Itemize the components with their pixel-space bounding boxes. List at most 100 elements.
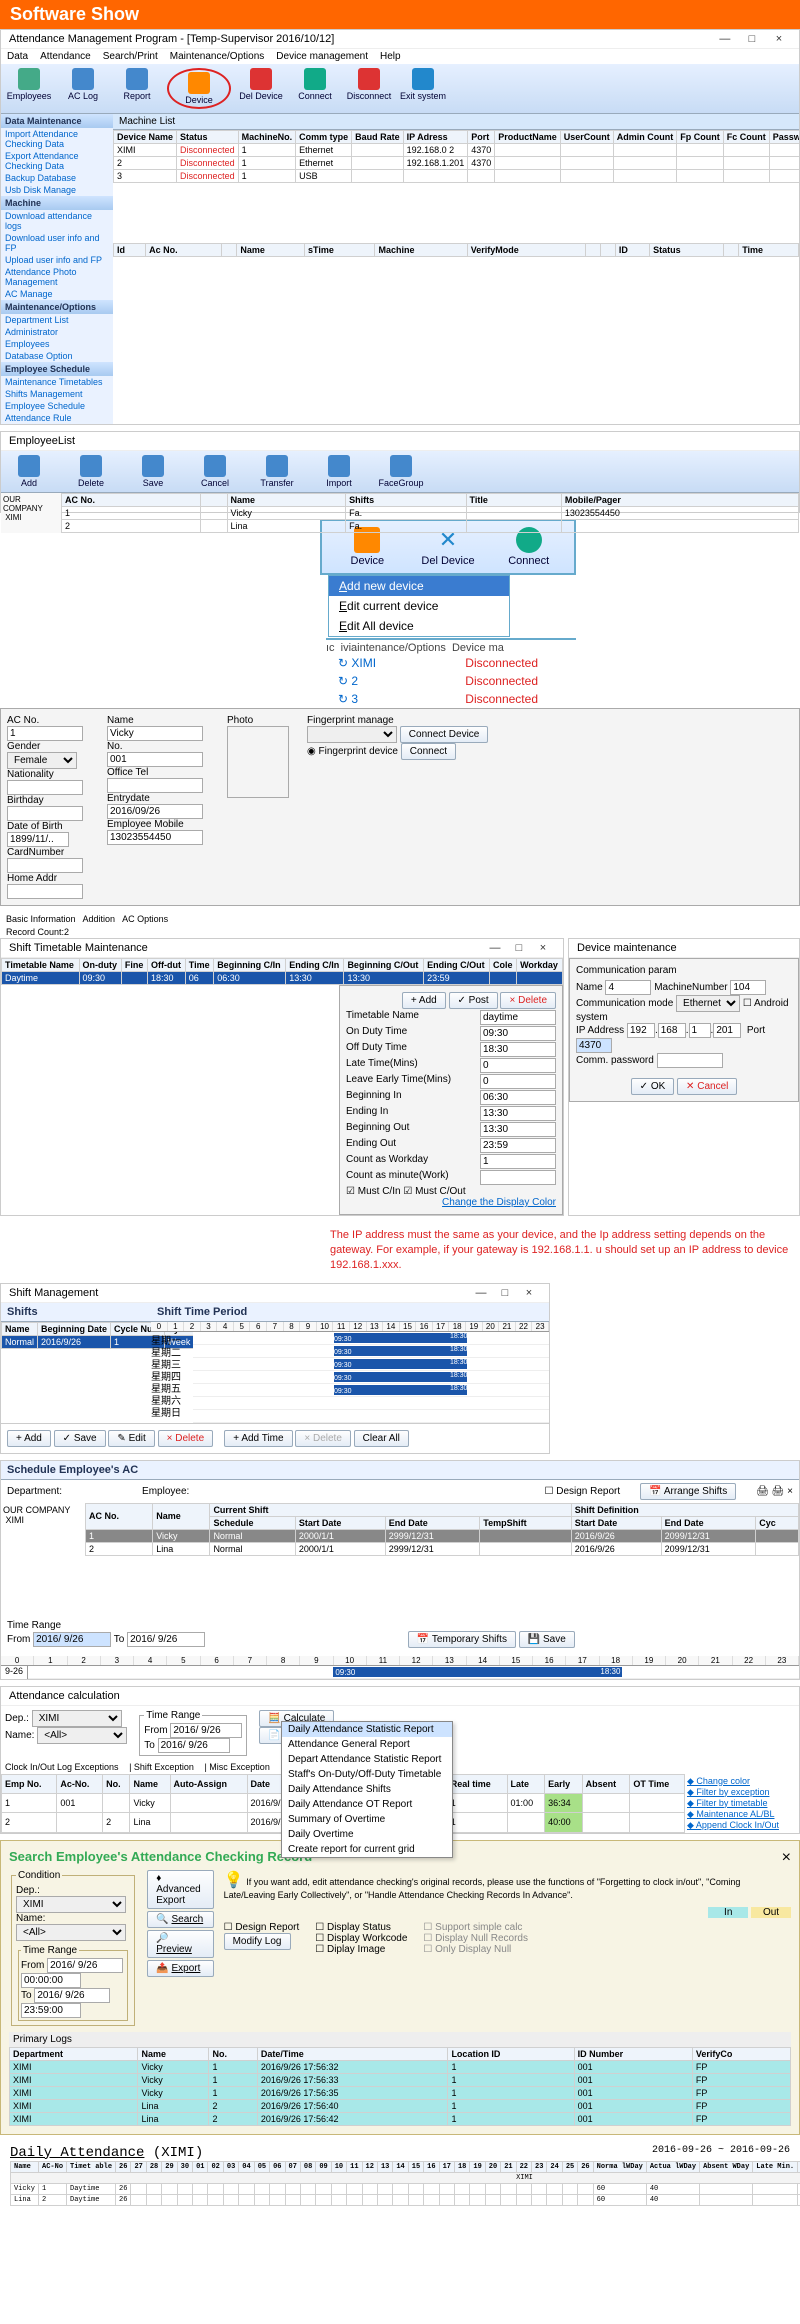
- sm-deltime[interactable]: × Delete: [295, 1430, 351, 1447]
- side-export-attendance-checking-data[interactable]: Export Attendance Checking Data: [1, 150, 113, 172]
- dm-port[interactable]: [576, 1038, 612, 1053]
- connect-button2[interactable]: Connect: [401, 743, 456, 760]
- employee-grid[interactable]: AC No.NameShiftsTitleMobile/Pager1VickyF…: [61, 493, 799, 533]
- side-backup-database[interactable]: Backup Database: [1, 172, 113, 184]
- side-administrator[interactable]: Administrator: [1, 326, 113, 338]
- menu-search/print[interactable]: Search/Print: [103, 51, 158, 62]
- menu-device management[interactable]: Device management: [276, 51, 368, 62]
- dm-cancel[interactable]: ✕ Cancel: [677, 1078, 737, 1095]
- officetel-input[interactable]: [107, 778, 203, 793]
- timetable-grid[interactable]: Timetable NameOn-dutyFineOff-dutTimeBegi…: [1, 958, 563, 985]
- report-1[interactable]: Attendance General Report: [282, 1737, 452, 1752]
- report-7[interactable]: Daily Overtime: [282, 1827, 452, 1842]
- exit-system-button[interactable]: Exit system: [399, 68, 447, 109]
- report-0[interactable]: Daily Attendance Statistic Report: [282, 1722, 452, 1737]
- connect-device-button[interactable]: Connect Device: [400, 726, 489, 743]
- device-button[interactable]: Device: [167, 68, 231, 109]
- report-5[interactable]: Daily Attendance OT Report: [282, 1797, 452, 1812]
- change-color-link[interactable]: Change the Display Color: [442, 1197, 556, 1208]
- s-name[interactable]: <All>: [16, 1924, 126, 1941]
- disconnect-button[interactable]: Disconnect: [345, 68, 393, 109]
- dm-name[interactable]: [605, 980, 651, 995]
- device-button[interactable]: Device: [328, 527, 407, 567]
- maximize-button[interactable]: □: [740, 33, 764, 45]
- emp-save-button[interactable]: Save: [129, 455, 177, 488]
- report-8[interactable]: Create report for current grid: [282, 1842, 452, 1857]
- sm-edit[interactable]: ✎ Edit: [108, 1430, 154, 1447]
- menu-help[interactable]: Help: [380, 51, 401, 62]
- mustcin-check[interactable]: ☑ Must C/In: [346, 1186, 401, 1197]
- search-button[interactable]: 🔍 Search: [147, 1911, 213, 1928]
- side-attendance-photo-management[interactable]: Attendance Photo Management: [1, 266, 113, 288]
- emp-delete-button[interactable]: Delete: [67, 455, 115, 488]
- side-download-user-info-and-fp[interactable]: Download user info and FP: [1, 232, 113, 254]
- dd-2[interactable]: Edit All device: [329, 616, 509, 636]
- side-maintenance-timetables[interactable]: Maintenance Timetables: [1, 376, 113, 388]
- device-grid[interactable]: Device NameStatusMachineNo.Comm typeBaud…: [113, 130, 799, 183]
- sm-del[interactable]: × Delete: [158, 1430, 214, 1447]
- modify-log-button[interactable]: Modify Log: [224, 1933, 291, 1950]
- lower-grid[interactable]: IdAc No.NamesTimeMachineVerifyModeIDStat…: [113, 243, 799, 257]
- search-grid[interactable]: DepartmentNameNo.Date/TimeLocation IDID …: [9, 2047, 791, 2126]
- side-ac-manage[interactable]: AC Manage: [1, 288, 113, 300]
- side-database-option[interactable]: Database Option: [1, 350, 113, 362]
- sm-save[interactable]: ✓ Save: [54, 1430, 106, 1447]
- tt-add[interactable]: + Add: [402, 992, 446, 1009]
- company-tree[interactable]: OUR COMPANY XIMI: [1, 493, 61, 533]
- form-tabs[interactable]: Basic Information Addition AC Options: [0, 912, 800, 926]
- schedule-grid[interactable]: AC No.NameCurrent ShiftShift DefinitionS…: [85, 1503, 799, 1556]
- device-dropdown[interactable]: Add new deviceEdit current deviceEdit Al…: [328, 575, 510, 637]
- search-close[interactable]: ×: [782, 1849, 791, 1870]
- dd-1[interactable]: Edit current device: [329, 596, 509, 616]
- side-download-attendance-logs[interactable]: Download attendance logs: [1, 210, 113, 232]
- side-shifts-management[interactable]: Shifts Management: [1, 388, 113, 400]
- connect-button[interactable]: Connect: [291, 68, 339, 109]
- emp-cancel-button[interactable]: Cancel: [191, 455, 239, 488]
- dm-comm[interactable]: Ethernet: [676, 995, 740, 1012]
- temp-shifts-button[interactable]: 📅 Temporary Shifts: [408, 1631, 516, 1648]
- acno-input[interactable]: [7, 726, 83, 741]
- side-upload-user-info-and-fp[interactable]: Upload user info and FP: [1, 254, 113, 266]
- side-employees[interactable]: Employees: [1, 338, 113, 350]
- sm-add[interactable]: + Add: [7, 1430, 51, 1447]
- sm-clear[interactable]: Clear All: [354, 1430, 409, 1447]
- calc-name[interactable]: <All>: [37, 1727, 127, 1744]
- tt-del[interactable]: × Delete: [500, 992, 556, 1009]
- dm-pwd[interactable]: [657, 1053, 723, 1068]
- no-input[interactable]: [107, 752, 203, 767]
- close-button[interactable]: ×: [767, 33, 791, 45]
- minimize-button[interactable]: —: [713, 33, 737, 45]
- calc-dep[interactable]: XIMI: [32, 1710, 122, 1727]
- s-dep[interactable]: XIMI: [16, 1896, 126, 1913]
- report-3[interactable]: Staff's On-Duty/Off-Duty Timetable: [282, 1767, 452, 1782]
- side-import-attendance-checking-data[interactable]: Import Attendance Checking Data: [1, 128, 113, 150]
- emp-import-button[interactable]: Import: [315, 455, 363, 488]
- menu-attendance[interactable]: Attendance: [40, 51, 91, 62]
- side-employee-schedule[interactable]: Employee Schedule: [1, 400, 113, 412]
- side-usb-disk-manage[interactable]: Usb Disk Manage: [1, 184, 113, 196]
- sched-save[interactable]: 💾 Save: [519, 1631, 575, 1648]
- emp-facegroup-button[interactable]: FaceGroup: [377, 455, 425, 488]
- report-6[interactable]: Summary of Overtime: [282, 1812, 452, 1827]
- entry-input[interactable]: [107, 804, 203, 819]
- fp-select[interactable]: [307, 726, 397, 743]
- side-attendance-rule[interactable]: Attendance Rule: [1, 412, 113, 424]
- gender-select[interactable]: Female: [7, 752, 77, 769]
- mustcout-check[interactable]: ☑ Must C/Out: [403, 1186, 465, 1197]
- dob-input[interactable]: [7, 832, 69, 847]
- export-button[interactable]: 📤 Export: [147, 1960, 213, 1977]
- emp-transfer-button[interactable]: Transfer: [253, 455, 301, 488]
- arrange-shifts-button[interactable]: 📅 Arrange Shifts: [640, 1483, 736, 1500]
- side-department-list[interactable]: Department List: [1, 314, 113, 326]
- dd-0[interactable]: Add new device: [329, 576, 509, 596]
- emp-add-button[interactable]: Add: [5, 455, 53, 488]
- sched-from[interactable]: [33, 1632, 111, 1647]
- fp-device-radio[interactable]: ◉ Fingerprint device: [307, 746, 398, 757]
- tt-post[interactable]: ✓ Post: [449, 992, 498, 1009]
- sm-addtime[interactable]: + Add Time: [224, 1430, 292, 1447]
- design-report-check2[interactable]: ☐ Design Report: [224, 1922, 300, 1933]
- report-button[interactable]: Report: [113, 68, 161, 109]
- sched-to[interactable]: [127, 1632, 205, 1647]
- addr-input[interactable]: [7, 884, 83, 899]
- report-2[interactable]: Depart Attendance Statistic Report: [282, 1752, 452, 1767]
